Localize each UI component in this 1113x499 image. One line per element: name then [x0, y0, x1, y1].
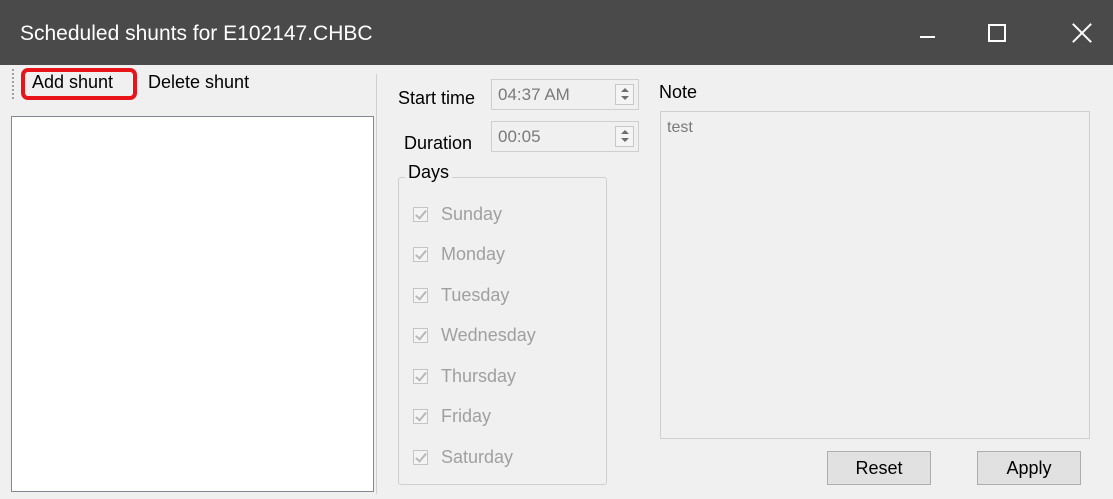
day-label: Sunday	[441, 203, 503, 224]
maximize-icon	[988, 23, 1006, 42]
minimize-button[interactable]	[896, 0, 958, 65]
note-label: Note	[659, 82, 698, 102]
duration-label: Duration	[404, 133, 473, 153]
day-label: Tuesday	[441, 284, 510, 305]
start-time-spin-buttons[interactable]	[615, 84, 634, 105]
day-checkbox-monday[interactable]: Monday	[413, 242, 505, 266]
day-checkbox-wednesday[interactable]: Wednesday	[413, 323, 536, 347]
day-label: Friday	[441, 405, 492, 426]
duration-spinner[interactable]: 00:05	[491, 121, 639, 152]
checkbox-check-icon[interactable]	[413, 408, 428, 424]
day-checkbox-thursday[interactable]: Thursday	[413, 364, 516, 388]
start-time-value[interactable]: 04:37 AM	[498, 85, 570, 105]
spin-up-icon[interactable]	[621, 88, 629, 92]
checkbox-check-icon[interactable]	[413, 287, 428, 303]
toolbar-grip	[12, 69, 18, 99]
note-textarea[interactable]: test	[660, 111, 1090, 439]
days-legend: Days	[405, 162, 453, 183]
day-label: Thursday	[441, 365, 517, 386]
start-time-spinner[interactable]: 04:37 AM	[491, 79, 639, 110]
delete-shunt-button[interactable]: Delete shunt	[148, 72, 249, 93]
start-time-label: Start time	[398, 88, 476, 108]
day-label: Saturday	[441, 446, 514, 467]
checkbox-check-icon[interactable]	[413, 449, 428, 465]
checkbox-check-icon[interactable]	[413, 368, 428, 384]
day-checkbox-saturday[interactable]: Saturday	[413, 445, 513, 469]
duration-value[interactable]: 00:05	[498, 127, 541, 147]
spin-down-icon[interactable]	[621, 96, 629, 100]
window-bottom-edge	[0, 495, 1113, 499]
close-icon	[1072, 23, 1092, 43]
maximize-button[interactable]	[966, 0, 1028, 65]
reset-button[interactable]: Reset	[827, 451, 931, 485]
minimize-icon	[919, 35, 935, 38]
shunt-list[interactable]	[11, 116, 374, 492]
day-label: Wednesday	[441, 324, 536, 345]
note-value[interactable]: test	[667, 119, 693, 137]
spin-down-icon[interactable]	[621, 138, 629, 142]
day-checkbox-tuesday[interactable]: Tuesday	[413, 283, 509, 307]
day-checkbox-sunday[interactable]: Sunday	[413, 202, 502, 226]
checkbox-check-icon[interactable]	[413, 246, 428, 262]
highlight-annotation	[21, 68, 137, 100]
day-checkbox-friday[interactable]: Friday	[413, 404, 491, 428]
checkbox-check-icon[interactable]	[413, 327, 428, 343]
spin-up-icon[interactable]	[621, 130, 629, 134]
apply-button[interactable]: Apply	[977, 451, 1081, 485]
window-title: Scheduled shunts for E102147.CHBC	[20, 22, 373, 45]
panel-divider	[376, 74, 377, 494]
day-label: Monday	[441, 243, 506, 264]
close-button[interactable]	[1051, 0, 1113, 65]
duration-spin-buttons[interactable]	[615, 126, 634, 147]
title-bar: Scheduled shunts for E102147.CHBC	[0, 0, 1113, 65]
checkbox-check-icon[interactable]	[413, 206, 428, 222]
